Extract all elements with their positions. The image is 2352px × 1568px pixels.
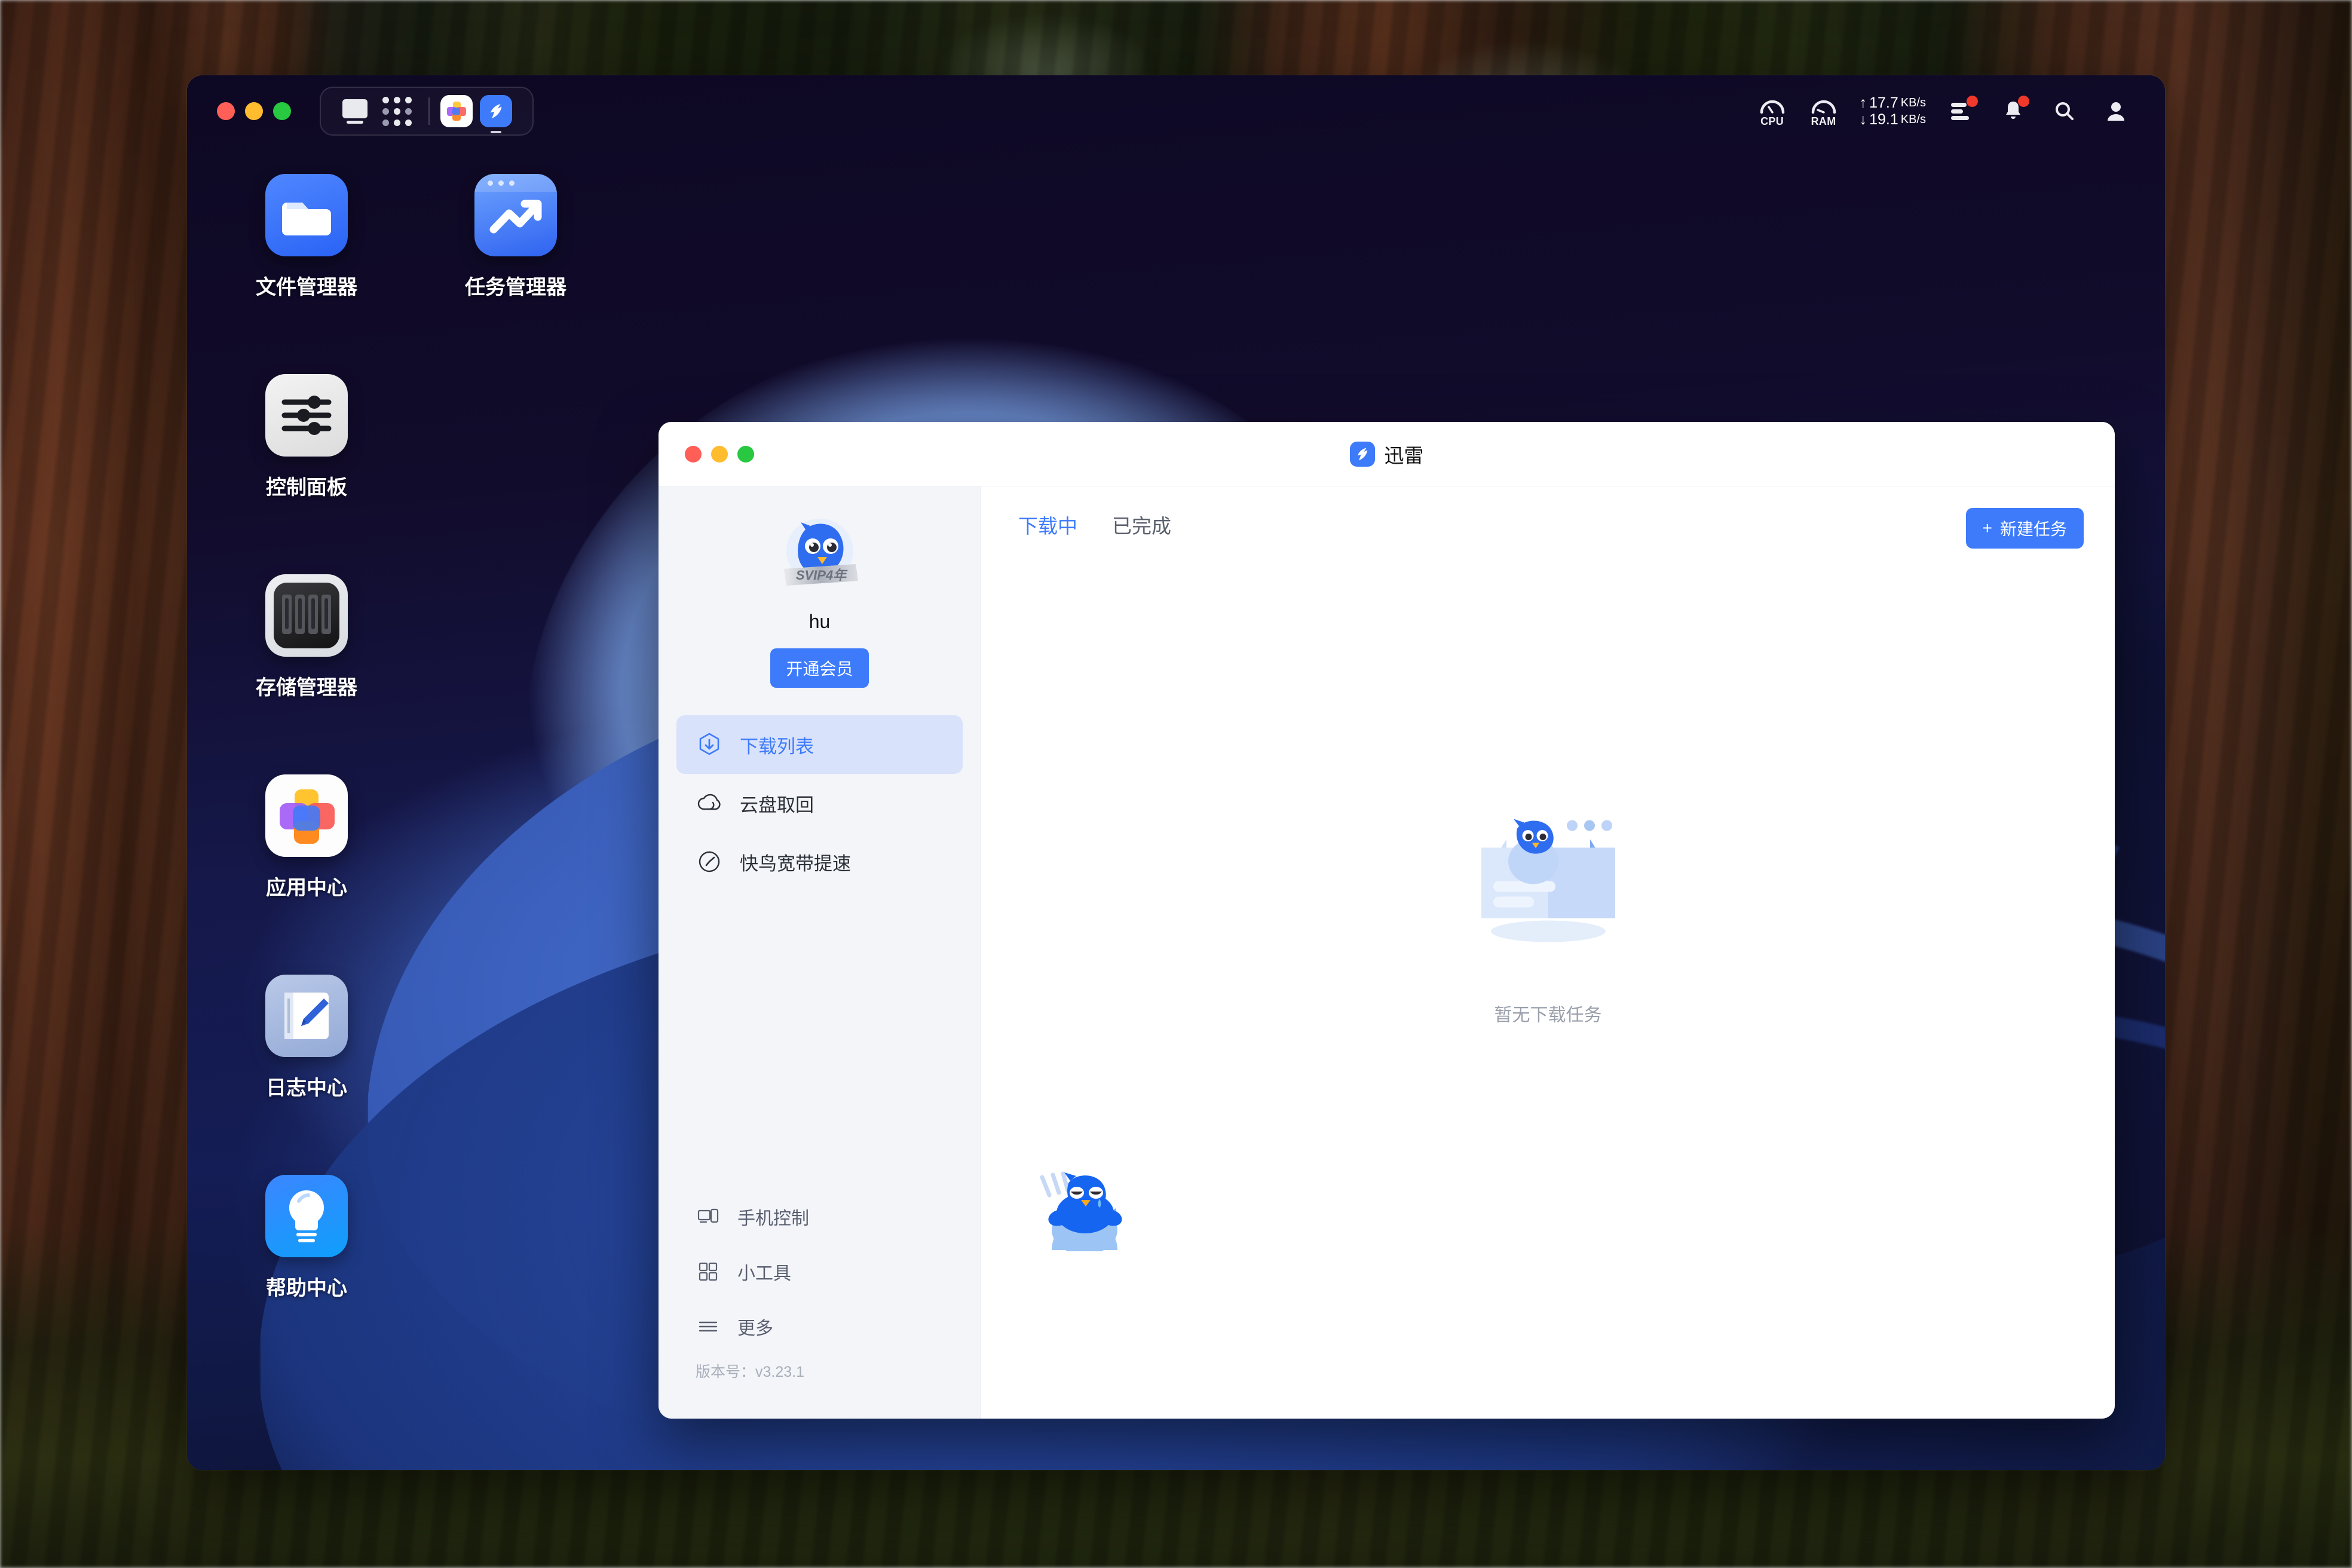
upload-speed-value: 17.7 [1869,95,1898,111]
tasks-icon[interactable] [1946,96,1977,127]
desktop-top-bar: CPU RAM ↑ 17.7 KB/s ↓ 19.1 KB/s [187,75,2165,147]
sidebar-item-label: 下载列表 [740,731,814,758]
empty-state-text: 暂无下载任务 [1339,1000,1757,1026]
version-info: 版本号：v3.23.1 [659,1354,981,1404]
desktop-icon-label: 帮助中心 [229,1272,384,1301]
disk-bay-icon [265,574,348,657]
cloud-icon [696,789,723,817]
app-center-icon [265,774,348,857]
taskbar-separator [428,97,430,125]
open-vip-button[interactable]: 开通会员 [770,648,868,688]
upload-speed-unit: KB/s [1901,97,1926,109]
download-arrow-icon: ↓ [1860,112,1867,127]
xunlei-primary-nav: 下载列表 云盘取回 [659,715,981,891]
username: hu [659,611,981,633]
desktop-icon-label: 任务管理器 [438,271,593,300]
download-hex-icon [696,731,723,758]
desktop-icon-app-center[interactable]: 应用中心 [229,774,384,901]
monitor-icon[interactable] [334,90,376,132]
taskbar-launcher [320,87,534,136]
sidebar-item-label: 小工具 [737,1258,791,1285]
system-status-tray: CPU RAM ↑ 17.7 KB/s ↓ 19.1 KB/s [1757,94,2132,128]
xunlei-secondary-nav: 手机控制 小工具 [659,1189,981,1419]
empty-state: 暂无下载任务 [1339,804,1757,1026]
user-icon[interactable] [2100,96,2132,127]
xunlei-bird-icon [1350,442,1375,467]
xunlei-sidebar: SVIP4年 hu 开通会员 [659,486,981,1419]
tab-completed[interactable]: 已完成 [1112,510,1171,543]
desktop-icon-help-center[interactable]: 帮助中心 [229,1175,384,1301]
sidebar-item-cloud-retrieve[interactable]: 云盘取回 [676,774,963,832]
taskbar-xunlei-icon[interactable] [480,95,512,127]
apps-grid-icon[interactable] [376,90,418,132]
lightbulb-icon [265,1175,348,1257]
desktop-icon-log-center[interactable]: 日志中心 [229,975,384,1101]
new-task-button[interactable]: + 新建任务 [1966,508,2084,549]
close-button[interactable] [685,446,702,463]
search-icon[interactable] [2049,96,2080,127]
hamburger-icon [696,1314,721,1339]
notifications-badge [2018,96,2029,107]
desktop-icon-control-panel[interactable]: 控制面板 [229,374,384,500]
xunlei-main-content: 下载中 已完成 + 新建任务 [981,486,2115,1419]
network-speed-indicator: ↑ 17.7 KB/s ↓ 19.1 KB/s [1860,95,1926,127]
sidebar-item-download-list[interactable]: 下载列表 [676,715,963,774]
minimize-button[interactable] [245,102,263,120]
empty-box-with-bird-illustration [1441,804,1656,960]
desktop-icon-file-manager[interactable]: 文件管理器 [229,174,384,300]
xunlei-window-controls[interactable] [685,446,754,463]
sidebar-item-label: 云盘取回 [740,790,814,817]
xunlei-title-bar: 迅雷 [659,422,2115,486]
xunlei-body: SVIP4年 hu 开通会员 [659,486,2115,1419]
sidebar-item-more[interactable]: 更多 [659,1299,981,1354]
maximize-button[interactable] [273,102,291,120]
sidebar-item-label: 快鸟宽带提速 [740,849,851,875]
new-task-label: 新建任务 [2000,516,2067,540]
sidebar-item-widgets[interactable]: 小工具 [659,1244,981,1299]
maximize-button[interactable] [737,446,754,463]
ram-label: RAM [1808,115,1839,128]
close-button[interactable] [217,102,235,120]
speedometer-icon [696,848,723,875]
version-value: v3.23.1 [755,1364,804,1380]
phone-remote-icon [696,1204,721,1229]
desktop-icon-storage-manager[interactable]: 存储管理器 [229,574,384,700]
xunlei-window-title: 迅雷 [1385,440,1424,468]
taskbar-app-center-icon[interactable] [440,95,473,127]
chart-window-icon [474,174,557,256]
desktop-icon-label: 控制面板 [229,471,384,500]
desktop-window-controls[interactable] [217,102,291,120]
tasks-badge [1967,96,1978,107]
xunlei-tabs: 下载中 已完成 [1018,510,1171,543]
version-label: 版本号： [696,1364,755,1380]
folder-icon [265,174,348,256]
bell-icon[interactable] [1998,96,2029,127]
svg-text:SVIP4年: SVIP4年 [795,568,847,583]
notebook-pencil-icon [265,975,348,1057]
sidebar-item-label: 更多 [737,1313,773,1340]
desktop-icon-task-manager[interactable]: 任务管理器 [438,174,593,300]
sidebar-item-broadband-boost[interactable]: 快鸟宽带提速 [676,832,963,891]
sidebar-item-label: 手机控制 [737,1203,809,1230]
cpu-gauge: CPU [1757,94,1788,128]
minimize-button[interactable] [711,446,728,463]
xunlei-app-window: 迅雷 [659,422,2115,1419]
plus-icon: + [1983,519,1992,538]
ram-gauge: RAM [1808,94,1839,128]
bird-in-egg-mascot [1029,1156,1143,1251]
avatar[interactable]: SVIP4年 [771,512,869,601]
download-speed-value: 19.1 [1869,112,1898,127]
tab-downloading[interactable]: 下载中 [1018,510,1077,543]
desktop-icon-label: 应用中心 [229,871,384,901]
upload-arrow-icon: ↑ [1860,95,1867,111]
desktop-icon-label: 日志中心 [229,1071,384,1101]
nas-desktop-window: CPU RAM ↑ 17.7 KB/s ↓ 19.1 KB/s [187,75,2165,1470]
download-speed-unit: KB/s [1901,114,1926,126]
desktop-icon-label: 文件管理器 [229,271,384,300]
sidebar-item-phone-control[interactable]: 手机控制 [659,1189,981,1244]
cpu-label: CPU [1757,115,1788,128]
sliders-icon [265,374,348,457]
grid-squares-icon [696,1259,721,1284]
desktop-icon-label: 存储管理器 [229,671,384,700]
